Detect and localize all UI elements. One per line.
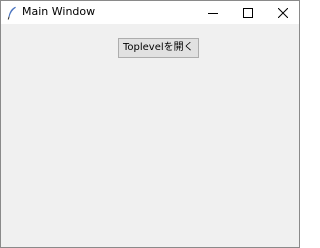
- maximize-icon: [243, 3, 253, 22]
- client-area: Toplevelを開く: [1, 24, 299, 247]
- close-icon: [277, 3, 289, 22]
- open-toplevel-button[interactable]: Toplevelを開く: [118, 38, 199, 58]
- window-title: Main Window: [22, 5, 96, 18]
- close-button[interactable]: [268, 1, 298, 24]
- maximize-button[interactable]: [233, 1, 263, 24]
- minimize-button[interactable]: [198, 1, 228, 24]
- main-window: Main Window Toplevelを開く: [0, 0, 300, 248]
- feather-icon: [7, 5, 17, 20]
- minimize-icon: [208, 3, 218, 22]
- title-bar[interactable]: Main Window: [1, 1, 299, 24]
